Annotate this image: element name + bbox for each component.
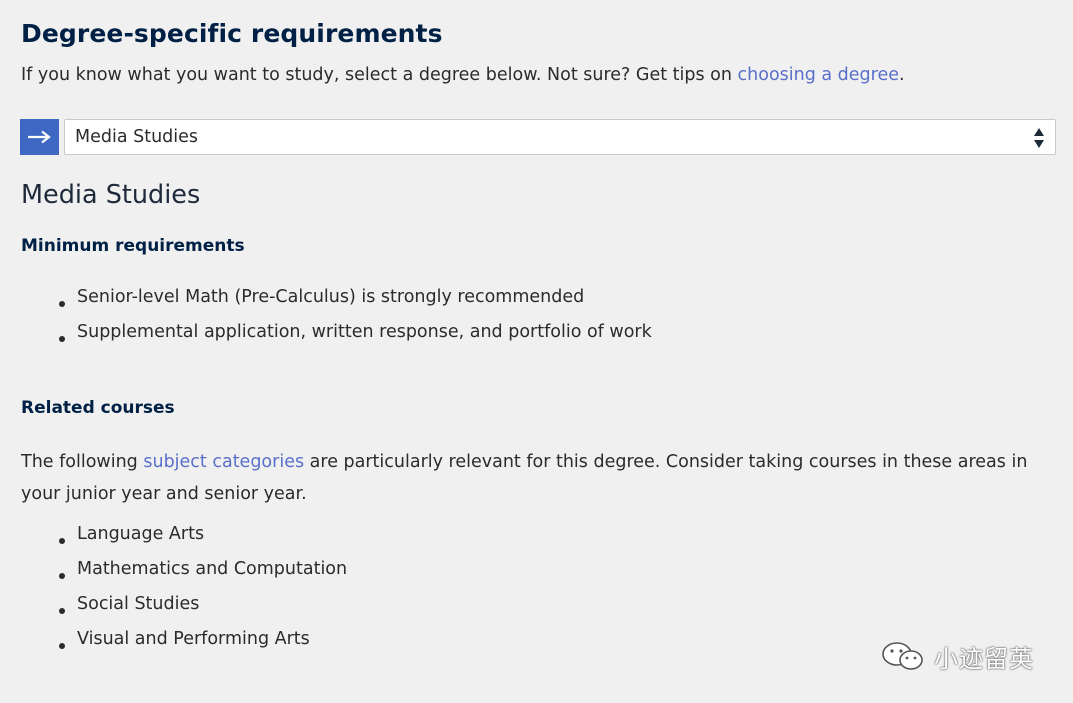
degree-select-row: Media Studies xyxy=(20,119,1058,157)
intro-text: If you know what you want to study, sele… xyxy=(21,65,905,85)
select-arrows-icon xyxy=(1034,128,1044,148)
intro-prefix: If you know what you want to study, sele… xyxy=(21,65,738,85)
list-item: Senior-level Math (Pre-Calculus) is stro… xyxy=(21,285,652,320)
list-item: Mathematics and Computation xyxy=(21,557,347,592)
watermark: 小迹留英 xyxy=(880,638,1034,674)
wechat-icon xyxy=(882,642,923,670)
bullet-icon xyxy=(59,642,65,649)
bullet-icon xyxy=(59,335,65,342)
degree-select-value: Media Studies xyxy=(75,127,199,147)
subject-categories-link[interactable]: subject categories xyxy=(143,452,304,472)
bullet-icon xyxy=(59,572,65,579)
degree-title: Media Studies xyxy=(21,180,201,210)
related-courses-text: The following subject categories are par… xyxy=(21,452,1028,504)
list-item: Language Arts xyxy=(21,522,347,557)
list-item: Social Studies xyxy=(21,592,347,627)
bullet-icon xyxy=(59,607,65,614)
bullet-icon xyxy=(59,300,65,307)
degree-select[interactable]: Media Studies xyxy=(64,119,1056,155)
list-item: Supplemental application, written respon… xyxy=(21,320,652,355)
watermark-text: 小迹留英 xyxy=(934,644,1034,673)
min-requirements-heading: Minimum requirements xyxy=(21,236,245,256)
section-title: Degree-specific requirements xyxy=(21,19,443,48)
go-button[interactable] xyxy=(20,119,59,155)
related-courses-heading: Related courses xyxy=(21,398,175,418)
related-courses-list: Language Arts Mathematics and Computatio… xyxy=(21,522,347,662)
list-item: Visual and Performing Arts xyxy=(21,627,347,662)
bullet-icon xyxy=(59,537,65,544)
page: Degree-specific requirements If you know… xyxy=(0,0,1073,703)
arrow-right-icon xyxy=(27,130,51,144)
min-requirements-list: Senior-level Math (Pre-Calculus) is stro… xyxy=(21,285,652,355)
intro-suffix: . xyxy=(899,65,905,85)
choosing-degree-link[interactable]: choosing a degree xyxy=(738,65,899,85)
